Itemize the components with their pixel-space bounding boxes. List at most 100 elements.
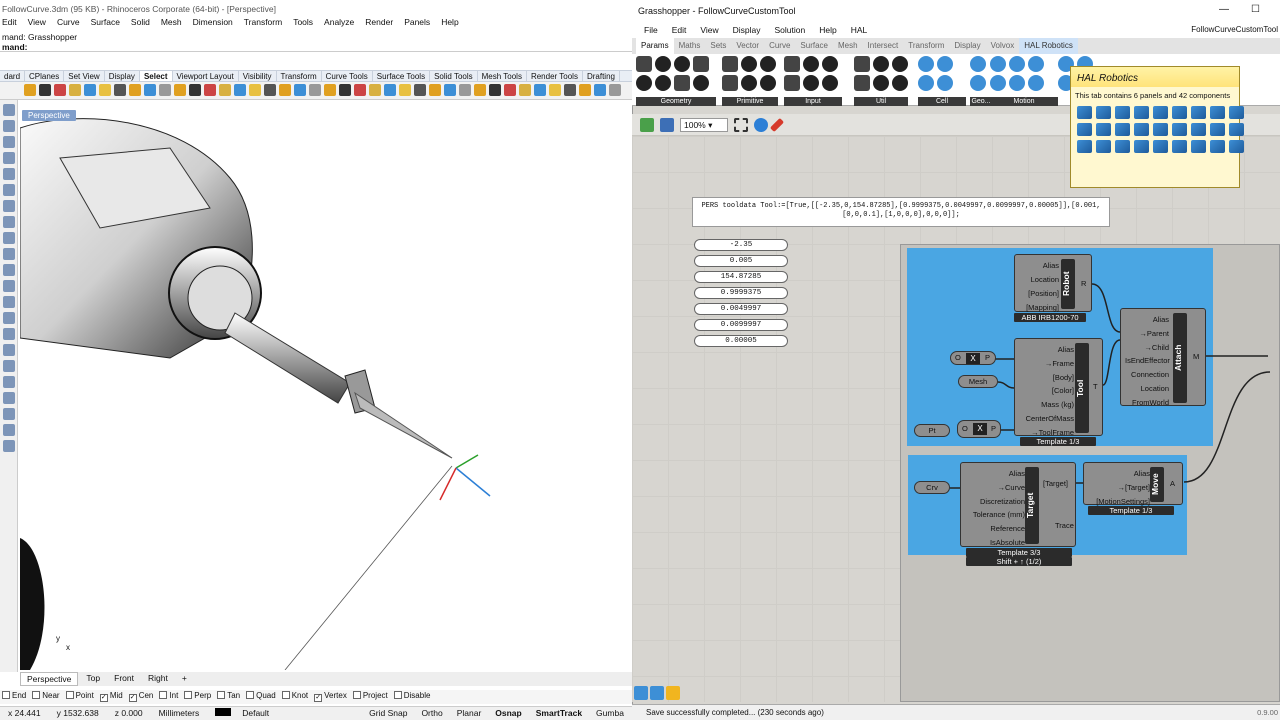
robot-component[interactable]: Alias Location [Position] [Mapping] Robot R bbox=[1014, 254, 1092, 312]
number-panel[interactable]: 0.00005 bbox=[694, 335, 788, 347]
osnap-checkbox-disable[interactable] bbox=[393, 691, 402, 699]
osnap-mid[interactable]: ✓ Mid bbox=[99, 691, 123, 703]
rhino-menu-panels[interactable]: Panels bbox=[404, 17, 430, 30]
number-panel[interactable]: 154.87285 bbox=[694, 271, 788, 283]
tool-input[interactable]: Mass (kg) bbox=[1019, 398, 1074, 412]
osnap-checkbox-int[interactable] bbox=[159, 691, 168, 699]
rhino-menu-tools[interactable]: Tools bbox=[293, 17, 313, 30]
toggle-ortho[interactable]: Ortho bbox=[421, 708, 442, 719]
toolbar-tab-dard[interactable]: dard bbox=[0, 71, 26, 81]
hal-robotics-icon[interactable] bbox=[666, 686, 680, 700]
rhino-side-tool-icon[interactable] bbox=[3, 440, 15, 452]
gh-tab-mesh[interactable]: Mesh bbox=[833, 38, 863, 54]
ribbon-group-label[interactable]: Cell bbox=[918, 97, 966, 106]
gh-tab-sets[interactable]: Sets bbox=[705, 38, 731, 54]
osnap-point[interactable]: Point bbox=[65, 691, 94, 703]
rhino-side-tool-icon[interactable] bbox=[3, 312, 15, 324]
ribbon-component-icon[interactable] bbox=[722, 75, 738, 91]
ribbon-component-icon[interactable] bbox=[741, 56, 757, 72]
rhino-tool-icon[interactable] bbox=[324, 84, 336, 96]
tool-input[interactable]: →Frame bbox=[1019, 357, 1074, 371]
ribbon-group-label[interactable]: Util bbox=[854, 97, 908, 106]
ribbon-component-icon[interactable] bbox=[655, 75, 671, 91]
rhino-side-tool-icon[interactable] bbox=[3, 376, 15, 388]
ribbon-component-icon[interactable] bbox=[854, 56, 870, 72]
viewport-label[interactable]: Perspective bbox=[22, 110, 76, 121]
rhino-tool-icon[interactable] bbox=[159, 84, 171, 96]
rhino-tool-icon[interactable] bbox=[24, 84, 36, 96]
rhino-tool-icon[interactable] bbox=[69, 84, 81, 96]
ribbon-component-icon[interactable] bbox=[674, 56, 690, 72]
ribbon-component-icon[interactable] bbox=[990, 56, 1006, 72]
number-panel[interactable]: 0.005 bbox=[694, 255, 788, 267]
rhino-tool-icon[interactable] bbox=[459, 84, 471, 96]
osnap-end[interactable]: End bbox=[2, 691, 26, 703]
viewport-tab-top[interactable]: Top bbox=[80, 672, 106, 686]
sketch-pen-icon[interactable] bbox=[769, 117, 785, 132]
gh-tab-transform[interactable]: Transform bbox=[903, 38, 949, 54]
number-panel[interactable]: 0.0049997 bbox=[694, 303, 788, 315]
curve-param[interactable]: Crv bbox=[914, 481, 950, 494]
rhino-tool-icon[interactable] bbox=[174, 84, 186, 96]
gh-canvas-icon[interactable] bbox=[650, 686, 664, 700]
ribbon-component-icon[interactable] bbox=[822, 75, 838, 91]
toggle-grid-snap[interactable]: Grid Snap bbox=[369, 708, 407, 719]
osnap-checkbox-tan[interactable] bbox=[217, 691, 226, 699]
ribbon-group-label[interactable]: Motion bbox=[990, 97, 1058, 106]
rhino-command-area[interactable]: mand: Grasshopper mand: bbox=[0, 30, 632, 52]
move-input[interactable]: →[Target] bbox=[1088, 481, 1150, 495]
viewport-tab-right[interactable]: Right bbox=[142, 672, 174, 686]
attach-input[interactable]: FromWorld bbox=[1125, 396, 1169, 410]
osnap-quad[interactable]: Quad bbox=[246, 691, 276, 703]
rhino-tool-icon[interactable] bbox=[84, 84, 96, 96]
ribbon-component-icon[interactable] bbox=[741, 75, 757, 91]
rhino-tool-icon[interactable] bbox=[339, 84, 351, 96]
rhino-menu-solid[interactable]: Solid bbox=[131, 17, 150, 30]
rhino-menu-edit[interactable]: Edit bbox=[2, 17, 17, 30]
rhino-menu-surface[interactable]: Surface bbox=[91, 17, 120, 30]
rhino-tool-icon[interactable] bbox=[399, 84, 411, 96]
rhino-tool-icon[interactable] bbox=[609, 84, 621, 96]
robot-input[interactable]: Alias bbox=[1019, 259, 1059, 273]
tool-input[interactable]: CenterOfMass bbox=[1019, 412, 1074, 426]
osnap-checkbox-quad[interactable] bbox=[246, 691, 255, 699]
rhino-tool-icon[interactable] bbox=[384, 84, 396, 96]
toolbar-tab-visibility[interactable]: Visibility bbox=[239, 71, 277, 81]
gh-document-name[interactable]: FollowCurveCustomTool bbox=[1191, 25, 1278, 34]
rhino-tool-icon[interactable] bbox=[144, 84, 156, 96]
tool-input[interactable]: Alias bbox=[1019, 343, 1074, 357]
rhino-side-tool-icon[interactable] bbox=[3, 184, 15, 196]
ribbon-component-icon[interactable] bbox=[693, 56, 709, 72]
rhino-menu-curve[interactable]: Curve bbox=[57, 17, 80, 30]
osnap-near[interactable]: Near bbox=[32, 691, 60, 703]
ribbon-component-icon[interactable] bbox=[722, 56, 738, 72]
ribbon-component-icon[interactable] bbox=[918, 75, 934, 91]
rhino-side-tool-icon[interactable] bbox=[3, 120, 15, 132]
move-output[interactable]: A bbox=[1170, 479, 1175, 488]
ribbon-component-icon[interactable] bbox=[873, 75, 889, 91]
attach-input[interactable]: Alias bbox=[1125, 313, 1169, 327]
ribbon-group-label[interactable]: Primitive bbox=[722, 97, 778, 106]
rhino-tool-icon[interactable] bbox=[534, 84, 546, 96]
rhino-tool-icon[interactable] bbox=[279, 84, 291, 96]
osnap-project[interactable]: Project bbox=[352, 691, 388, 703]
rhino-side-tool-icon[interactable] bbox=[3, 168, 15, 180]
osnap-int[interactable]: Int bbox=[159, 691, 178, 703]
toggle-smarttrack[interactable]: SmartTrack bbox=[536, 708, 582, 719]
rhino-tool-icon[interactable] bbox=[234, 84, 246, 96]
toggle-osnap[interactable]: Osnap bbox=[495, 708, 521, 719]
point-param[interactable]: Pt bbox=[914, 424, 950, 437]
ribbon-component-icon[interactable] bbox=[1028, 56, 1044, 72]
toolbar-tab-render-tools[interactable]: Render Tools bbox=[527, 71, 583, 81]
toolbar-tab-cplanes[interactable]: CPlanes bbox=[25, 71, 65, 81]
ribbon-component-icon[interactable] bbox=[674, 75, 690, 91]
toolbar-tab-viewport-layout[interactable]: Viewport Layout bbox=[173, 71, 239, 81]
gh-menu-file[interactable]: File bbox=[644, 25, 658, 38]
command-prompt[interactable]: mand: bbox=[2, 42, 632, 52]
gh-menu-edit[interactable]: Edit bbox=[672, 25, 687, 38]
minimize-icon[interactable]: — bbox=[1219, 4, 1229, 15]
number-panel[interactable]: 0.0099997 bbox=[694, 319, 788, 331]
rhino-tool-icon[interactable] bbox=[114, 84, 126, 96]
attach-output[interactable]: M bbox=[1193, 352, 1199, 361]
move-input[interactable]: Alias bbox=[1088, 467, 1150, 481]
